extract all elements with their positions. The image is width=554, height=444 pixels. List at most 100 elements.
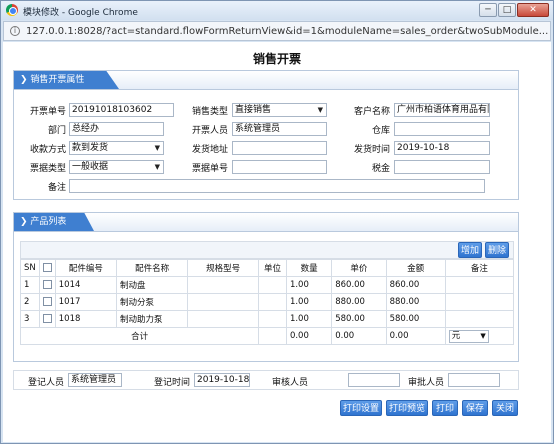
row-qty[interactable]: 1.00 xyxy=(285,310,333,328)
close-button[interactable]: 关闭 xyxy=(492,400,518,416)
products-tab[interactable]: ❯ 产品列表 xyxy=(14,213,94,231)
tax-label: 税金 xyxy=(371,164,390,174)
row-unit[interactable] xyxy=(258,276,287,294)
url-text[interactable]: 127.0.0.1:8028/?act=standard.flowFormRet… xyxy=(26,26,548,37)
products-tab-label: 产品列表 xyxy=(30,217,67,227)
browser-window: 模块修改 - Google Chrome ─ □ ✕ i 127.0.0.1:8… xyxy=(0,0,554,444)
row-select[interactable] xyxy=(38,293,56,311)
remark-label: 备注 xyxy=(47,183,66,193)
row-code[interactable]: 1017 xyxy=(54,293,118,311)
ship-addr-field[interactable] xyxy=(232,141,327,155)
close-window-button[interactable]: ✕ xyxy=(517,3,549,17)
warehouse-field[interactable] xyxy=(394,122,490,136)
total-row: 合计 0.00 0.00 0.00 元 ▼ xyxy=(19,327,515,345)
issuer-label: 开票人员 xyxy=(191,126,228,136)
row-select[interactable] xyxy=(38,276,56,294)
col-code: 配件编号 xyxy=(54,259,118,277)
reviewer-field[interactable] xyxy=(348,373,400,387)
row-spec[interactable] xyxy=(187,293,260,311)
row-name[interactable]: 制动助力泵 xyxy=(116,310,189,328)
registrar-label: 登记人员 xyxy=(27,378,64,388)
row-amount[interactable]: 860.00 xyxy=(385,276,446,294)
delete-row-button[interactable]: 删除 xyxy=(485,242,509,258)
row-note[interactable] xyxy=(444,293,515,311)
tax-field[interactable] xyxy=(394,160,490,174)
row-spec[interactable] xyxy=(187,276,260,294)
row-name[interactable]: 制动分泵 xyxy=(116,293,189,311)
col-price: 单价 xyxy=(331,259,387,277)
row-unit[interactable] xyxy=(258,293,287,311)
row-code[interactable]: 1014 xyxy=(54,276,118,294)
table-row: 2 1017 制动分泵 1.00 880.00 880.00 xyxy=(20,293,515,311)
col-unit: 单位 xyxy=(258,259,287,277)
row-qty[interactable]: 1.00 xyxy=(285,276,333,294)
print-settings-button[interactable]: 打印设置 xyxy=(340,400,382,416)
issuer-field[interactable]: 系统管理员 xyxy=(232,122,327,136)
receipt-no-field[interactable] xyxy=(232,160,327,174)
row-code[interactable]: 1018 xyxy=(54,310,118,328)
row-name[interactable]: 制动盘 xyxy=(116,276,189,294)
row-unit[interactable] xyxy=(258,310,287,328)
row-sn: 3 xyxy=(20,310,40,328)
row-note[interactable] xyxy=(444,310,515,328)
row-sn: 2 xyxy=(20,293,40,311)
receipt-type-label: 票据类型 xyxy=(29,164,66,174)
warehouse-label: 仓库 xyxy=(371,126,390,136)
approver-field[interactable] xyxy=(448,373,500,387)
remark-field[interactable] xyxy=(69,179,485,193)
sales-type-label: 销售类型 xyxy=(191,107,228,117)
maximize-button[interactable]: □ xyxy=(498,3,516,17)
ship-time-field[interactable]: 2019-10-18 xyxy=(394,141,490,155)
row-price[interactable]: 860.00 xyxy=(331,276,387,294)
address-bar[interactable]: i 127.0.0.1:8028/?act=standard.flowFormR… xyxy=(3,21,551,41)
total-qty: 0.00 xyxy=(285,327,333,345)
ship-addr-label: 发货地址 xyxy=(191,145,228,155)
table-row: 1 1014 制动盘 1.00 860.00 860.00 xyxy=(20,276,515,294)
attributes-tab[interactable]: ❯ 销售开票属性 xyxy=(14,71,119,89)
row-amount[interactable]: 880.00 xyxy=(385,293,446,311)
title-bar: 模块修改 - Google Chrome ─ □ ✕ xyxy=(1,1,553,20)
row-qty[interactable]: 1.00 xyxy=(285,293,333,311)
receipt-no-label: 票据单号 xyxy=(191,164,228,174)
page-info-icon[interactable]: i xyxy=(10,26,20,36)
chevron-right-icon: ❯ xyxy=(20,75,31,85)
row-checkbox[interactable] xyxy=(42,280,52,289)
payment-select[interactable]: 款到发货 xyxy=(69,141,164,155)
invoice-no-field[interactable]: 20191018103602 xyxy=(69,103,174,117)
row-checkbox[interactable] xyxy=(42,297,52,306)
row-price[interactable]: 580.00 xyxy=(331,310,387,328)
total-price: 0.00 xyxy=(331,327,387,345)
row-spec[interactable] xyxy=(187,310,260,328)
print-button[interactable]: 打印 xyxy=(432,400,458,416)
row-checkbox[interactable] xyxy=(42,314,52,323)
add-row-button[interactable]: 增加 xyxy=(458,242,482,258)
reg-time-field[interactable]: 2019-10-18 xyxy=(194,373,250,387)
row-note[interactable] xyxy=(444,276,515,294)
row-price[interactable]: 880.00 xyxy=(331,293,387,311)
grid-toolbar xyxy=(20,241,514,259)
col-select-all[interactable] xyxy=(38,259,56,277)
attributes-tab-label: 销售开票属性 xyxy=(30,75,85,85)
dept-field[interactable]: 总经办 xyxy=(69,122,164,136)
save-button[interactable]: 保存 xyxy=(462,400,488,416)
select-all-checkbox[interactable] xyxy=(42,263,52,272)
receipt-type-select[interactable]: 一般收据 xyxy=(69,160,164,174)
col-sn: SN xyxy=(20,259,40,277)
attributes-panel: ❯ 销售开票属性 开票单号 20191018103602 销售类型 直接销售 客… xyxy=(13,70,519,200)
signature-row: 登记人员 系统管理员 登记时间 2019-10-18 审核人员 审批人员 xyxy=(13,370,519,390)
row-amount[interactable]: 580.00 xyxy=(385,310,446,328)
sales-type-select[interactable]: 直接销售 xyxy=(232,103,327,117)
customer-field[interactable]: 广州市柏语体育用品有限 xyxy=(394,103,490,117)
col-note: 备注 xyxy=(444,259,515,277)
row-select[interactable] xyxy=(38,310,56,328)
print-preview-button[interactable]: 打印预览 xyxy=(386,400,428,416)
col-name: 配件名称 xyxy=(116,259,189,277)
reg-time-label: 登记时间 xyxy=(153,378,190,388)
minimize-button[interactable]: ─ xyxy=(479,3,497,17)
dept-label: 部门 xyxy=(47,126,66,136)
attributes-panel-header: ❯ 销售开票属性 xyxy=(14,71,518,90)
currency-select[interactable]: 元 ▼ xyxy=(448,329,489,343)
registrar-field[interactable]: 系统管理员 xyxy=(68,373,122,387)
total-amount: 0.00 xyxy=(385,327,446,345)
currency-value: 元 xyxy=(451,330,461,341)
